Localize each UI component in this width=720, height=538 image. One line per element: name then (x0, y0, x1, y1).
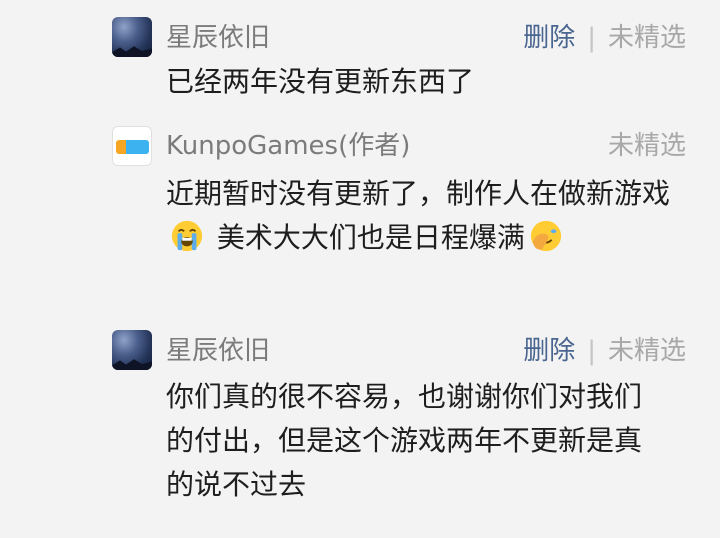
comment-author[interactable]: 星辰依旧 (166, 335, 270, 367)
comment-text: 你们真的很不容易，也谢谢你们对我们的付出，但是这个游戏两年不更新是真的说不过去 (166, 380, 643, 501)
delete-button[interactable]: 删除 (523, 336, 575, 366)
face-palm-icon (530, 220, 562, 252)
comment-text: 已经两年没有更新东西了 (166, 65, 475, 98)
feature-toggle-button[interactable]: 未精选 (608, 23, 686, 53)
delete-button[interactable]: 删除 (523, 23, 575, 53)
comment-actions: 未精选 (608, 130, 686, 162)
comment-actions: 删除 | 未精选 (523, 22, 686, 54)
comment-text: 近期暂时没有更新了，制作人在做新游戏 美术大大们也是日程爆满 (166, 172, 686, 260)
comment-text-part: 近期暂时没有更新了，制作人在做新游戏 (166, 177, 671, 210)
feature-toggle-button[interactable]: 未精选 (608, 336, 686, 366)
loudly-crying-face-icon (171, 220, 203, 252)
avatar[interactable] (112, 330, 152, 370)
avatar[interactable] (112, 126, 152, 166)
kunpo-logo-icon (116, 140, 149, 154)
action-separator: | (587, 336, 596, 366)
comment-text-part: 美术大大们也是日程爆满 (208, 221, 525, 254)
comment-author[interactable]: 星辰依旧 (166, 22, 270, 54)
comment-actions: 删除 | 未精选 (523, 335, 686, 367)
avatar[interactable] (112, 17, 152, 57)
feature-toggle-button[interactable]: 未精选 (608, 131, 686, 161)
comment-author[interactable]: KunpoGames(作者) (166, 130, 410, 162)
action-separator: | (587, 23, 596, 53)
